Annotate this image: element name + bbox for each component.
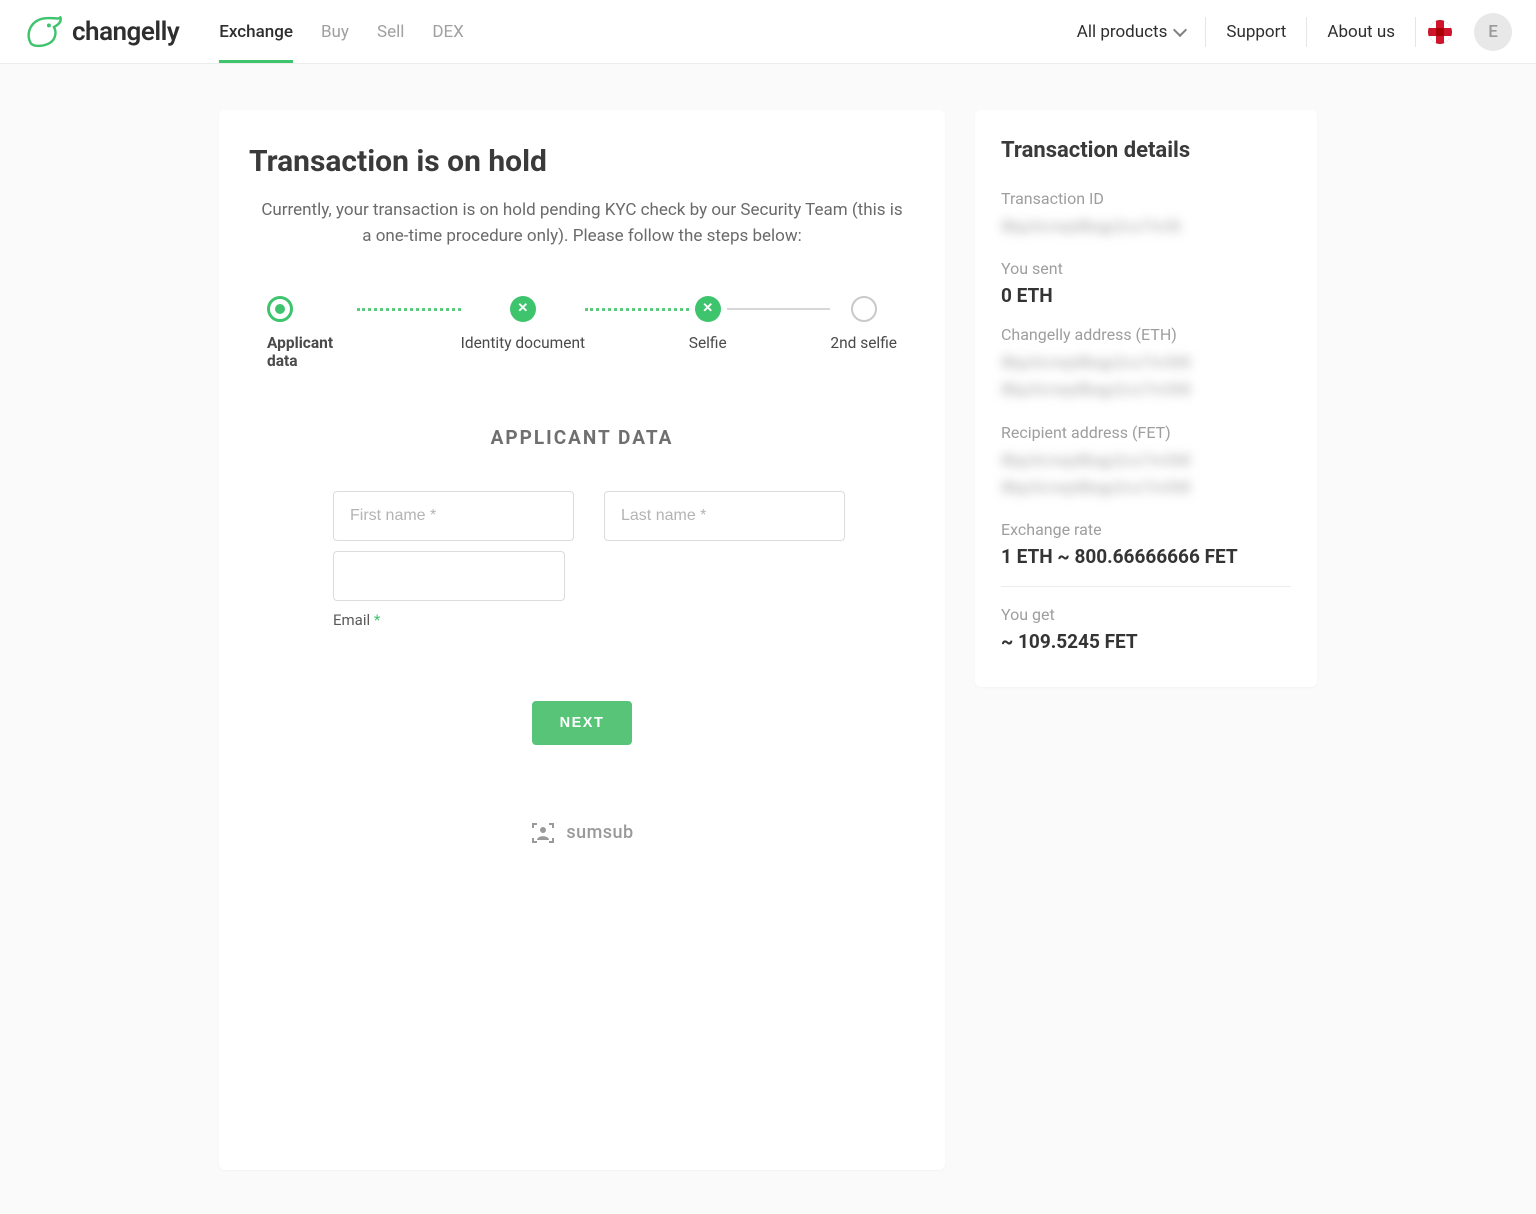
detail-you-get: You get ~ 109.5245 FET — [1001, 605, 1291, 653]
divider — [1001, 586, 1291, 587]
step-identity-document: Identity document — [461, 296, 586, 352]
step-label: 2nd selfie — [830, 334, 897, 352]
detail-value: 0 ETH — [1001, 284, 1291, 307]
detail-recipient-address: Recipient address (FET) 8bp3crwp8bqp2cx7… — [1001, 423, 1291, 502]
required-mark: * — [374, 611, 380, 629]
step-error-icon — [510, 296, 536, 322]
header-right: All products Support About us E — [1057, 13, 1512, 51]
logo[interactable]: changelly — [24, 14, 179, 50]
logo-text: changelly — [72, 17, 179, 47]
step-label: Identity document — [461, 334, 586, 352]
detail-you-sent: You sent 0 ETH — [1001, 259, 1291, 307]
detail-label: Transaction ID — [1001, 189, 1291, 208]
form-heading: APPLICANT DATA — [249, 426, 915, 449]
nav-buy[interactable]: Buy — [321, 0, 349, 63]
avatar[interactable]: E — [1474, 13, 1512, 51]
step-connector — [357, 308, 461, 311]
page-subtitle: Currently, your transaction is on hold p… — [257, 197, 907, 250]
email-label: Email * — [333, 611, 831, 629]
detail-label: Changelly address (ETH) — [1001, 325, 1291, 344]
logo-icon — [24, 14, 64, 50]
about-us-link[interactable]: About us — [1307, 22, 1415, 42]
support-link[interactable]: Support — [1206, 22, 1306, 42]
detail-value: 1 ETH ~ 800.66666666 FET — [1001, 545, 1291, 568]
detail-exchange-rate: Exchange rate 1 ETH ~ 800.66666666 FET — [1001, 520, 1291, 568]
main-nav: Exchange Buy Sell DEX — [219, 0, 464, 63]
step-connector — [585, 308, 689, 311]
powered-by-text: sumsub — [566, 822, 633, 843]
nav-dex[interactable]: DEX — [432, 0, 463, 63]
email-label-text: Email — [333, 611, 370, 629]
content: Transaction is on hold Currently, your t… — [0, 64, 1536, 1170]
all-products-dropdown[interactable]: All products — [1057, 22, 1206, 42]
email-input[interactable] — [333, 551, 565, 601]
detail-value-blurred: 8bp3crwp8bqp2cx7m5t8 8bp3crwp8bqp2cx7m5t… — [1001, 448, 1291, 502]
step-error-icon — [695, 296, 721, 322]
main-card: Transaction is on hold Currently, your t… — [219, 110, 945, 1170]
step-label: Applicant data — [267, 334, 357, 370]
detail-transaction-id: Transaction ID 8bp3crwp8bqp2cx7m5t — [1001, 189, 1291, 241]
applicant-form: Email * NEXT sumsub — [333, 491, 831, 845]
stepper: Applicant data Identity document Selfie … — [249, 296, 915, 370]
step-label: Selfie — [689, 334, 727, 352]
all-products-label: All products — [1077, 22, 1168, 42]
step-current-icon — [267, 296, 293, 322]
step-selfie: Selfie — [689, 296, 727, 352]
nav-sell[interactable]: Sell — [377, 0, 404, 63]
powered-by: sumsub — [333, 821, 831, 845]
page-title: Transaction is on hold — [249, 144, 915, 179]
transaction-details-card: Transaction details Transaction ID 8bp3c… — [975, 110, 1317, 687]
detail-changelly-address: Changelly address (ETH) 8bp3crwp8bqp2cx7… — [1001, 325, 1291, 404]
divider — [1415, 17, 1416, 47]
first-name-input[interactable] — [333, 491, 574, 541]
locale-flag-icon[interactable] — [1428, 20, 1452, 44]
nav-exchange[interactable]: Exchange — [219, 0, 293, 63]
step-applicant-data: Applicant data — [267, 296, 357, 370]
detail-value-blurred: 8bp3crwp8bqp2cx7m5t — [1001, 214, 1291, 241]
sumsub-icon — [530, 821, 556, 845]
name-row — [333, 491, 831, 541]
email-row — [333, 551, 831, 601]
details-title: Transaction details — [1001, 138, 1291, 163]
chevron-down-icon — [1173, 22, 1187, 36]
detail-label: You get — [1001, 605, 1291, 624]
next-button[interactable]: NEXT — [532, 701, 633, 745]
step-2nd-selfie: 2nd selfie — [830, 296, 897, 352]
step-pending-icon — [851, 296, 877, 322]
detail-label: Exchange rate — [1001, 520, 1291, 539]
detail-label: You sent — [1001, 259, 1291, 278]
last-name-input[interactable] — [604, 491, 845, 541]
detail-value: ~ 109.5245 FET — [1001, 630, 1291, 653]
detail-value-blurred: 8bp3crwp8bqp2cx7m5t8 8bp3crwp8bqp2cx7m5t… — [1001, 350, 1291, 404]
step-connector — [727, 308, 831, 310]
header: changelly Exchange Buy Sell DEX All prod… — [0, 0, 1536, 64]
detail-label: Recipient address (FET) — [1001, 423, 1291, 442]
